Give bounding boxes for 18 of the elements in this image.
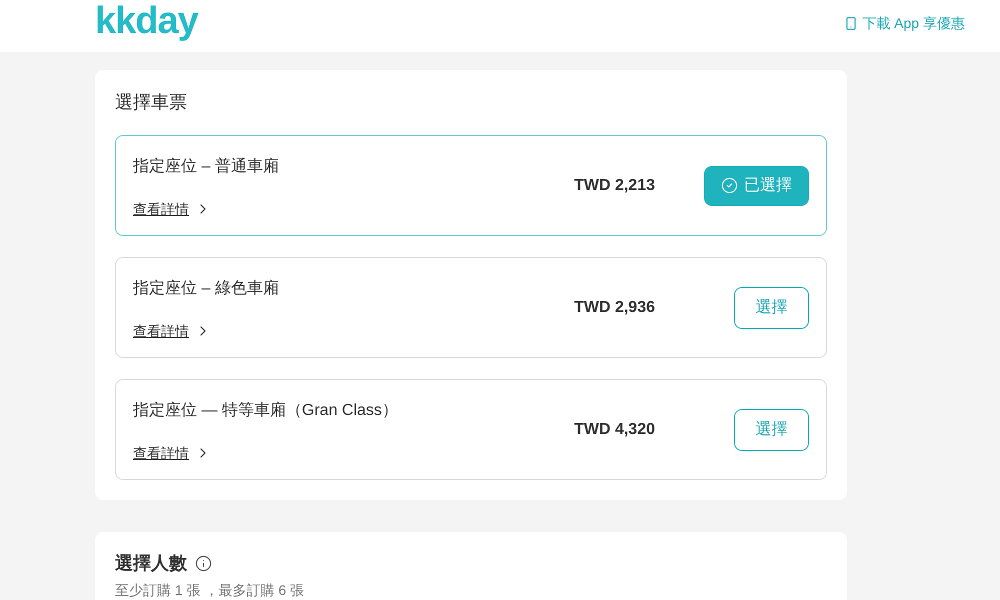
check-circle-icon: [721, 177, 738, 194]
ticket-option-card[interactable]: 指定座位 — 特等車廂（Gran Class） 查看詳情 TWD 4,320 選擇: [115, 379, 827, 480]
info-icon[interactable]: [195, 554, 212, 572]
view-details-link[interactable]: 查看詳情: [133, 200, 189, 218]
view-details-link[interactable]: 查看詳情: [133, 322, 189, 340]
section-title: 選擇人數: [115, 552, 187, 575]
ticket-name: 指定座位 – 普通車廂: [133, 156, 280, 176]
ticket-name: 指定座位 – 綠色車廂: [133, 278, 280, 298]
ticket-price: TWD 2,213: [574, 176, 655, 196]
section-title: 選擇車票: [115, 91, 188, 114]
ticket-option-card[interactable]: 指定座位 – 普通車廂 查看詳情 TWD 2,213 已選擇: [115, 135, 827, 236]
smartphone-icon: [844, 16, 858, 30]
ticket-name: 指定座位 — 特等車廂（Gran Class）: [133, 400, 399, 420]
quantity-note: 至少訂購 1 張 ，最多訂購 6 張: [115, 581, 306, 599]
ticket-price: TWD 2,936: [574, 298, 655, 318]
ticket-option-card[interactable]: 指定座位 – 綠色車廂 查看詳情 TWD 2,936 選擇: [115, 257, 827, 358]
view-details-link[interactable]: 查看詳情: [133, 444, 189, 462]
ticket-price: TWD 4,320: [574, 420, 655, 440]
